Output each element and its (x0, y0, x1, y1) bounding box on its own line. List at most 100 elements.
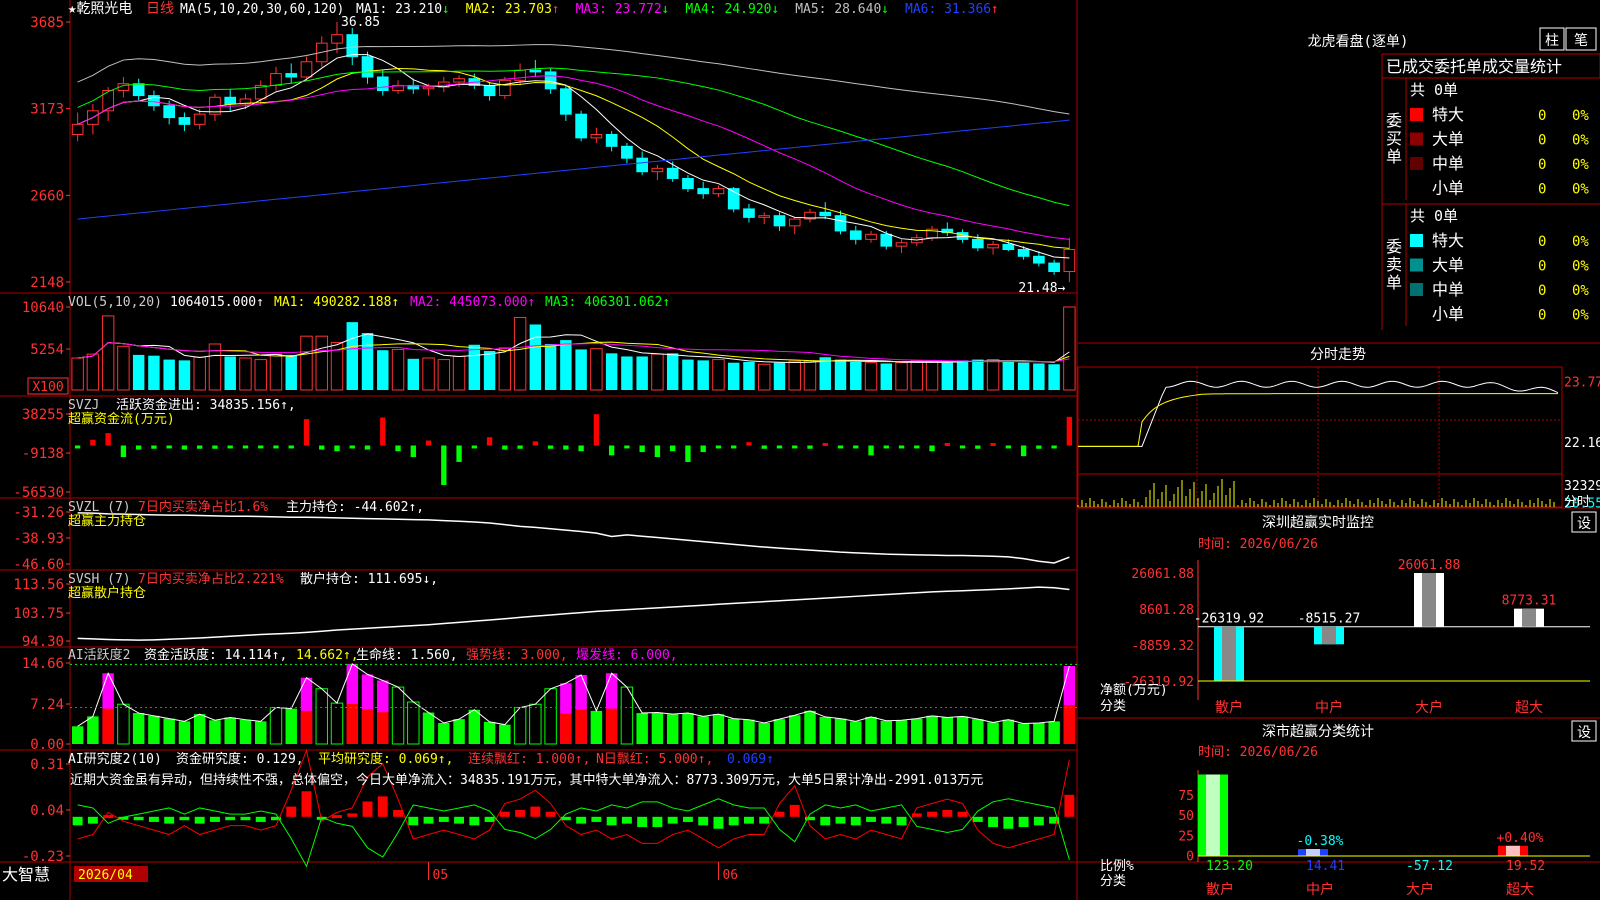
class-category: 中户 (1306, 881, 1334, 898)
research-d: N日飘红: 5.000↑, (596, 751, 713, 767)
fund-flow-bar (593, 414, 600, 446)
net-amount-label: 8773.31 (1502, 594, 1557, 609)
order-color-swatch (1410, 157, 1423, 170)
volume-bar (986, 359, 1000, 391)
order-pct: 0% (1572, 108, 1589, 124)
order-type: 小单 (1432, 179, 1464, 198)
order-type: 特大 (1432, 231, 1464, 250)
candle-up (193, 113, 206, 125)
fund-flow-bar (441, 445, 447, 485)
research-bar (438, 816, 449, 822)
candle-up (514, 69, 526, 81)
volume-bar (956, 360, 969, 390)
fund-flow-bar (502, 445, 508, 450)
order-count: 0 (1538, 108, 1546, 124)
activity-base-bar (361, 709, 374, 744)
research-bar (881, 816, 892, 824)
activity-bar (819, 716, 831, 744)
candle-down (605, 133, 618, 147)
ma-arrow: ↓ (661, 2, 669, 17)
y-tick-label: 0.00 (30, 737, 64, 753)
ma-arrow: ↓ (881, 2, 889, 17)
candle-up (422, 86, 435, 90)
fund-flow-bar (135, 445, 142, 450)
volume-bar (315, 335, 328, 391)
monitor-settings-label: 设 (1577, 516, 1591, 532)
ratio-value: 19.52 (1506, 859, 1545, 874)
fund-flow-bar (898, 445, 905, 449)
class-title: 深市超赢分类统计 (1262, 723, 1374, 740)
volume-bar (666, 353, 679, 390)
intraday-tick: 22.16 (1564, 436, 1600, 451)
research-bar (682, 816, 693, 822)
activity-bar (758, 723, 770, 744)
y-tick-label: -31.26 (13, 505, 64, 521)
research-a: 资金研究度: 0.129, (176, 751, 304, 767)
order-color-swatch (1410, 234, 1423, 247)
volume-bar (1017, 362, 1030, 390)
fund-flow-bar (853, 445, 859, 449)
y-tick-label: 2660 (30, 188, 64, 204)
order-type: 小单 (1432, 305, 1464, 324)
candle-up (651, 167, 664, 173)
order-type: 中单 (1432, 154, 1464, 173)
fund-flow-bar (883, 445, 889, 449)
candle-down (971, 238, 984, 249)
ai-header: AI活跃度2 (68, 647, 130, 663)
candle-up (712, 188, 725, 195)
activity-bar (269, 707, 283, 745)
candle-down (773, 215, 786, 227)
fund-flow-bar (273, 445, 279, 449)
fund-flow-bar (776, 445, 783, 449)
intraday-title: 分时走势 (1310, 347, 1366, 363)
fund-flow-bar (90, 439, 96, 446)
activity-bar (178, 721, 191, 744)
research-bar (87, 816, 98, 824)
activity-bar (727, 718, 740, 744)
research-bar (744, 816, 754, 824)
activity-bar (1017, 723, 1030, 744)
activity-bar (117, 703, 130, 745)
side-label: 委 (1386, 237, 1402, 256)
volume-bar (560, 340, 572, 390)
y-tick-label: 3173 (30, 102, 64, 118)
volume-bar (437, 359, 451, 391)
fund-flow-bar (303, 419, 310, 446)
volume-bar (468, 344, 481, 390)
fund-flow-bar (792, 445, 798, 449)
volume-bar (163, 359, 175, 390)
candle-down (224, 96, 237, 105)
research-bar (347, 813, 358, 817)
research-bar (1018, 816, 1029, 828)
fund-flow-bar (944, 443, 950, 447)
activity-bar (712, 714, 725, 744)
fund-flow-bar (959, 445, 966, 449)
monitor-time: 时间: 2026/06/26 (1198, 537, 1318, 552)
volume-bar (590, 348, 603, 391)
candle-down (178, 117, 191, 125)
activity-bar (468, 709, 481, 744)
fund-flow-bar (425, 440, 432, 446)
research-c: 连续飘红: 1.000↑, (468, 751, 590, 767)
candle-down (819, 211, 832, 217)
candle-down (849, 230, 862, 240)
class-tick: 25 (1178, 829, 1194, 844)
candle-down (834, 215, 847, 232)
fund-flow-bar (410, 445, 416, 458)
candle-down (1033, 255, 1045, 264)
volume-bar (117, 345, 130, 391)
volume-bar (972, 359, 984, 390)
svzj-header: SVZJ (68, 398, 99, 413)
activity-bar (1002, 719, 1015, 744)
stock-terminal: 3685 3173 2660 2148 36.85 21.48→ ★乾照光电 日线 MA(5,1… (0, 0, 1600, 900)
research-bar (133, 816, 144, 821)
svzl-label: 主力持仓: -44.602↑, (286, 500, 424, 515)
ratio-value: 14.41 (1306, 859, 1345, 874)
research-bar (545, 811, 556, 817)
ratio-pct-label: +0.40% (1497, 831, 1544, 846)
research-bar (850, 816, 861, 826)
class-settings-label: 设 (1577, 725, 1591, 741)
class-time: 时间: 2026/06/26 (1198, 745, 1318, 760)
research-bar (942, 810, 953, 817)
category-label: 大户 (1415, 699, 1443, 716)
